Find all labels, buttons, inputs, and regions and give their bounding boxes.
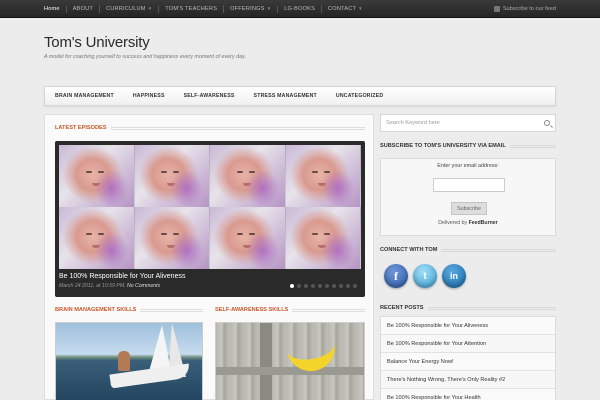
category-nav: BRAIN MANAGEMENT HAPPINESS SELF-AWARENES… [44,86,556,106]
slide-title[interactable]: Be 100% Responsible for Your Aliveness [59,273,185,280]
baby-photo-tile [285,145,361,207]
brain-management-title: BRAIN MANAGEMENT SKILLS [55,307,137,313]
baby-photo-tile [210,207,286,269]
slider-dot[interactable] [325,284,329,288]
topnav-curriculum-label: Curriculum [106,6,146,12]
slider-dot[interactable] [346,284,350,288]
slide-comments-link[interactable]: No Comments [127,283,160,289]
divider [292,308,365,312]
connect-title: CONNECT WITH TOM [380,247,438,253]
recent-post-link[interactable]: Be 100% Responsible for Your Health [381,389,555,400]
slider-dot[interactable] [297,284,301,288]
banana-thumbnail[interactable] [215,322,365,400]
divider [509,144,556,148]
cat-stress-management[interactable]: STRESS MANAGEMENT [254,93,317,99]
chevron-down-icon: ▼ [147,6,153,11]
baby-photo-tile [59,207,135,269]
topnav-teachers[interactable]: TOM'S TEACHERS [158,5,223,13]
baby-photo-tile [285,207,361,269]
baby-photo-tile [134,207,210,269]
latest-episodes-heading: LATEST EPISODES [55,125,365,131]
brain-management-heading: BRAIN MANAGEMENT SKILLS [55,307,203,313]
linkedin-icon[interactable]: in [442,264,466,288]
self-awareness-title: SELF-AWARENESS SKILLS [215,307,289,313]
site-tagline: A model for coaching yourself to success… [44,54,246,60]
slider-pagination [290,284,357,288]
topnav-offerings[interactable]: OFFERINGS ▼ [223,5,277,13]
divider [110,126,365,130]
email-subscribe-box: Enter your email address: Subscribe Deli… [380,158,556,236]
divider [427,306,556,310]
baby-photo-tile [59,145,135,207]
recent-post-link[interactable]: Be 100% Responsible for Your Attention [381,335,555,353]
search-icon[interactable] [544,120,550,126]
slide-date: March 24 2011, at 10:59 PM. [59,283,126,289]
recent-posts-heading: RECENT POSTS [380,305,556,311]
search-box [380,114,556,132]
chevron-down-icon: ▼ [358,6,363,11]
topnav-offerings-label: OFFERINGS [230,6,265,12]
rss-icon [493,6,500,12]
slider-dot[interactable] [311,284,315,288]
topnav-lg-books[interactable]: LG-BOOKS [277,5,321,13]
recent-posts-list: Be 100% Responsible for Your Aliveness B… [380,316,556,400]
email-field[interactable] [433,178,505,192]
slider-dot[interactable] [339,284,343,288]
subscribe-title: SUBSCRIBE TO TOM'S UNIVERSITY VIA EMAIL [380,143,506,149]
email-label: Enter your email address: [437,163,499,169]
slide-meta: March 24 2011, at 10:59 PM. No Comments [59,283,160,289]
cat-brain-management[interactable]: BRAIN MANAGEMENT [55,93,114,99]
sailboat-thumbnail[interactable] [55,322,203,400]
fence-rail [216,367,364,375]
topnav-home[interactable]: Home [44,6,66,13]
search-input[interactable] [386,120,536,126]
feed-label: Subscribe to our feed [502,6,556,12]
feed-link[interactable]: Subscribe to our feed [493,0,556,18]
slider-dot[interactable] [290,284,294,288]
chevron-down-icon: ▼ [266,6,272,11]
recent-posts-title: RECENT POSTS [380,305,424,311]
top-bar: Home ABOUT Curriculum ▼ TOM'S TEACHERS OF… [0,0,600,18]
main-content: LATEST EPISODES Be 100% Responsible for … [44,114,374,400]
cat-self-awareness[interactable]: SELF-AWARENESS [184,93,235,99]
sailor-figure [118,351,130,371]
topnav-about[interactable]: ABOUT [65,5,99,13]
baby-photo-tile [134,145,210,207]
baby-photo-tile [210,145,286,207]
featured-slider[interactable]: Be 100% Responsible for Your Aliveness M… [55,141,365,297]
subscribe-heading: SUBSCRIBE TO TOM'S UNIVERSITY VIA EMAIL [380,143,556,149]
fence-post [260,323,272,400]
connect-heading: CONNECT WITH TOM [380,247,556,253]
recent-post-link[interactable]: There's Nothing Wrong, There's Only Real… [381,371,555,389]
latest-episodes-title: LATEST EPISODES [55,125,107,131]
topnav-contact[interactable]: CONTACT ▼ [321,5,369,13]
twitter-icon[interactable]: t [413,264,437,288]
top-nav: Home ABOUT Curriculum ▼ TOM'S TEACHERS OF… [44,0,369,18]
slide-image[interactable] [59,145,361,269]
delivered-by: Delivered by FeedBurner [381,220,555,226]
cat-uncategorized[interactable]: UNCATEGORIZED [336,93,383,99]
recent-post-link[interactable]: Balance Your Energy Now! [381,353,555,371]
facebook-icon[interactable]: f [384,264,408,288]
self-awareness-heading: SELF-AWARENESS SKILLS [215,307,365,313]
cat-happiness[interactable]: HAPPINESS [133,93,165,99]
subscribe-button[interactable]: Subscribe [451,202,487,215]
slider-dot[interactable] [332,284,336,288]
slider-dot[interactable] [304,284,308,288]
feedburner-link[interactable]: FeedBurner [469,220,498,226]
topnav-curriculum[interactable]: Curriculum ▼ [99,5,158,13]
slider-dot[interactable] [318,284,322,288]
recent-post-link[interactable]: Be 100% Responsible for Your Aliveness [381,317,555,335]
slider-dot[interactable] [353,284,357,288]
delivered-by-label: Delivered by [438,220,468,226]
divider [441,248,556,252]
divider [140,308,203,312]
topnav-contact-label: CONTACT [328,6,357,12]
site-title[interactable]: Tom's University [44,34,150,51]
